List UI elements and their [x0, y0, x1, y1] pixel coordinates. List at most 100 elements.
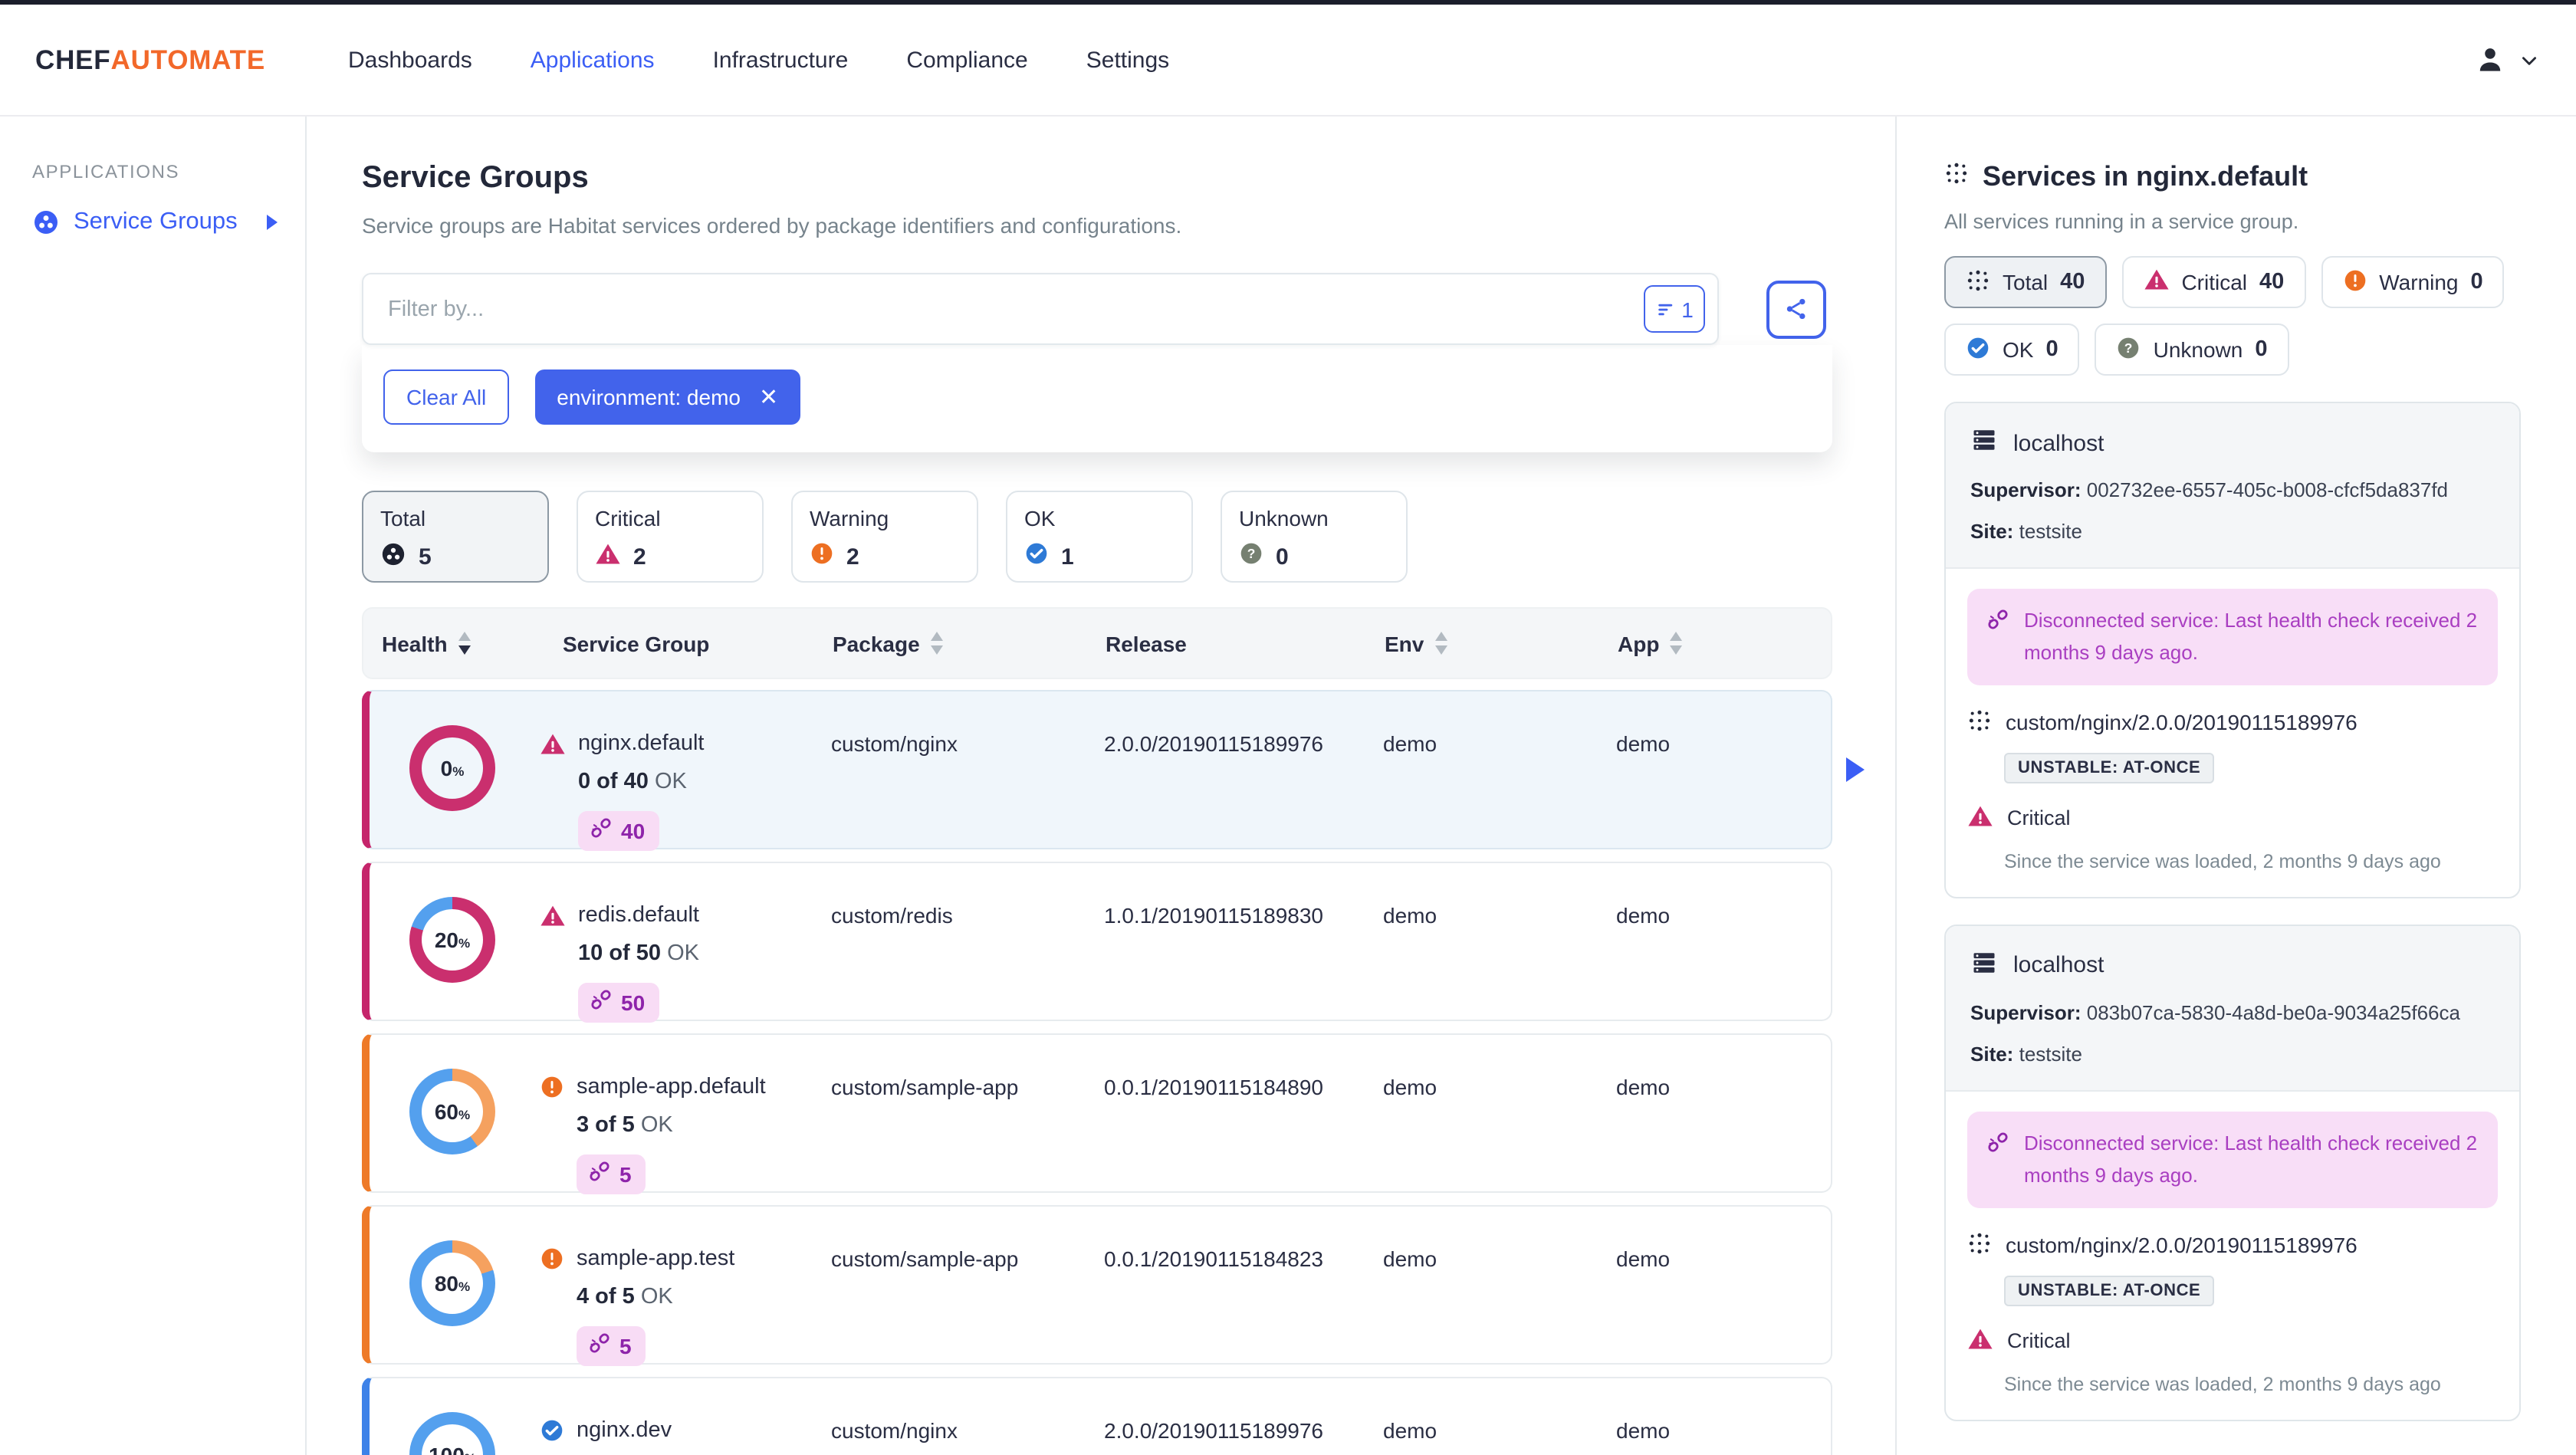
- user-avatar-icon: [2479, 48, 2501, 71]
- package-cell: custom/nginx: [831, 1418, 958, 1443]
- nav-compliance[interactable]: Compliance: [906, 47, 1027, 73]
- supervisor-id: 002732ee-6557-405c-b008-cfcf5da837fd: [2086, 478, 2449, 501]
- status-tab-label: Critical: [595, 506, 661, 530]
- status-tab-label: Total: [380, 506, 426, 530]
- status-tab-warning[interactable]: Warning 2: [791, 491, 978, 583]
- sort-arrows-icon[interactable]: [930, 632, 943, 655]
- pill-unknown[interactable]: ? Unknown 0: [2095, 324, 2289, 376]
- habitat-dots-icon: [1969, 710, 1990, 731]
- site-name: testsite: [2019, 520, 2082, 543]
- pill-critical[interactable]: Critical 40: [2121, 256, 2306, 308]
- sort-arrows-icon[interactable]: [458, 632, 471, 655]
- nav-settings[interactable]: Settings: [1086, 47, 1169, 73]
- warning-circle-icon: [541, 1076, 563, 1098]
- warning-circle-icon: [811, 543, 833, 564]
- column-header-env[interactable]: Env: [1385, 631, 1618, 655]
- column-header-service-group[interactable]: Service Group: [563, 631, 833, 655]
- update-strategy-badge: UNSTABLE: AT-ONCE: [2004, 1275, 2215, 1306]
- clear-all-button[interactable]: Clear All: [383, 369, 510, 425]
- sidebar: APPLICATIONS Service Groups: [0, 115, 307, 1455]
- critical-triangle-icon: [2144, 269, 2169, 290]
- service-card[interactable]: localhost Supervisor: 002732ee-6557-405c…: [1944, 402, 2521, 898]
- table-row-sample-app-default[interactable]: 60% sample-app.default 3 of 5 OK 5 custo…: [362, 1033, 1832, 1194]
- server-icon: [1973, 953, 1995, 973]
- service-card[interactable]: localhost Supervisor: 083b07ca-5830-4a8d…: [1944, 924, 2521, 1421]
- filter-count-button[interactable]: 1: [1644, 285, 1705, 333]
- nav-dashboards[interactable]: Dashboards: [348, 47, 472, 73]
- pill-total[interactable]: Total 40: [1944, 256, 2107, 308]
- table-row-nginx-default[interactable]: 0% nginx.default 0 of 40 OK 40 custom/ng…: [362, 690, 1832, 851]
- critical-triangle-icon: [540, 734, 565, 754]
- service-health-label: Critical: [2007, 1329, 2071, 1353]
- nav-infrastructure[interactable]: Infrastructure: [713, 47, 849, 73]
- sort-arrows-icon[interactable]: [1670, 632, 1683, 655]
- filter-input[interactable]: [388, 297, 1644, 321]
- status-tab-count: 2: [846, 544, 859, 570]
- nav-applications[interactable]: Applications: [531, 47, 655, 73]
- share-button[interactable]: [1766, 280, 1826, 338]
- table-row-sample-app-test[interactable]: 80% sample-app.test 4 of 5 OK 5 custom/s…: [362, 1205, 1832, 1366]
- disconnected-link-icon: [590, 1333, 610, 1353]
- column-header-package[interactable]: Package: [833, 631, 1106, 655]
- package-cell: custom/sample-app: [831, 1246, 1019, 1271]
- service-health-label: Critical: [2007, 806, 2071, 830]
- panel-subtitle: All services running in a service group.: [1944, 210, 2299, 233]
- status-tab-count: 2: [633, 544, 646, 570]
- table-row-redis-default[interactable]: 20% redis.default 10 of 50 OK 50 custom/…: [362, 862, 1832, 1023]
- host-name: localhost: [2013, 430, 2104, 456]
- chip-close-icon[interactable]: ✕: [759, 386, 778, 409]
- service-group-name: redis.default: [578, 903, 699, 928]
- question-circle-icon: ?: [2118, 337, 2139, 358]
- release-cell: 1.0.1/20190115189830: [1104, 903, 1323, 928]
- disconnected-link-icon: [591, 818, 611, 838]
- pill-warning[interactable]: Warning 0: [2321, 256, 2505, 308]
- column-header-health[interactable]: Health: [382, 631, 563, 655]
- filter-count: 1: [1681, 297, 1694, 321]
- habitat-dots-icon: [1946, 163, 1967, 184]
- share-icon: [1786, 298, 1806, 320]
- status-tab-critical[interactable]: Critical 2: [577, 491, 764, 583]
- service-package-id: custom/nginx/2.0.0/20190115189976: [2006, 710, 2358, 735]
- check-circle-icon: [1026, 543, 1047, 564]
- chef-automate-logo[interactable]: CHEFAUTOMATE: [0, 44, 265, 76]
- server-icon: [1973, 430, 1995, 450]
- disconnected-count-badge: 50: [578, 983, 659, 1023]
- pill-ok[interactable]: OK 0: [1944, 324, 2080, 376]
- critical-triangle-icon: [1968, 1329, 1993, 1348]
- active-filters-panel: Clear All environment: demo ✕: [362, 345, 1832, 452]
- sidebar-item-service-groups[interactable]: Service Groups: [32, 209, 305, 236]
- habitat-dots-icon: [1967, 269, 1989, 291]
- filter-chip-environment-demo[interactable]: environment: demo ✕: [535, 369, 800, 425]
- svg-text:?: ?: [1247, 546, 1256, 561]
- disconnected-alert: Disconnected service: Last health check …: [1967, 589, 2498, 685]
- check-circle-icon: [541, 1420, 563, 1441]
- package-cell: custom/nginx: [831, 731, 958, 756]
- status-tab-ok[interactable]: OK 1: [1006, 491, 1193, 583]
- status-tab-total[interactable]: Total 5: [362, 491, 549, 583]
- expand-arrow-icon[interactable]: [267, 215, 278, 230]
- package-cell: custom/sample-app: [831, 1075, 1019, 1099]
- release-cell: 2.0.0/20190115189976: [1104, 1418, 1323, 1443]
- env-cell: demo: [1383, 903, 1438, 928]
- disconnected-count-badge: 5: [577, 1154, 646, 1194]
- column-header-app[interactable]: App: [1618, 631, 1831, 655]
- package-cell: custom/redis: [831, 903, 953, 928]
- release-cell: 2.0.0/20190115189976: [1104, 731, 1323, 756]
- logo-chef: CHEF: [35, 44, 111, 74]
- table-row-nginx-dev[interactable]: 100% nginx.dev 10 of 10 OK 10 custom/ngi…: [362, 1377, 1832, 1455]
- main-nav: Dashboards Applications Infrastructure C…: [265, 47, 1169, 73]
- disconnected-link-icon: [1988, 1132, 2008, 1152]
- status-tab-label: Unknown: [1239, 506, 1329, 530]
- release-cell: 0.0.1/20190115184890: [1104, 1075, 1323, 1099]
- service-group-name: sample-app.test: [577, 1246, 735, 1271]
- user-menu[interactable]: [2473, 43, 2576, 77]
- app-cell: demo: [1616, 1075, 1671, 1099]
- chef-automate-app: CHEFAUTOMATE Dashboards Applications Inf…: [0, 0, 2576, 1455]
- status-tab-unknown[interactable]: Unknown ? 0: [1221, 491, 1408, 583]
- selected-row-caret-icon[interactable]: [1846, 757, 1865, 782]
- sort-arrows-icon[interactable]: [1434, 632, 1447, 655]
- disconnected-count-badge: 40: [578, 811, 659, 851]
- column-header-release[interactable]: Release: [1106, 631, 1385, 655]
- disconnected-link-icon: [591, 990, 611, 1010]
- disconnected-link-icon: [1988, 609, 2008, 629]
